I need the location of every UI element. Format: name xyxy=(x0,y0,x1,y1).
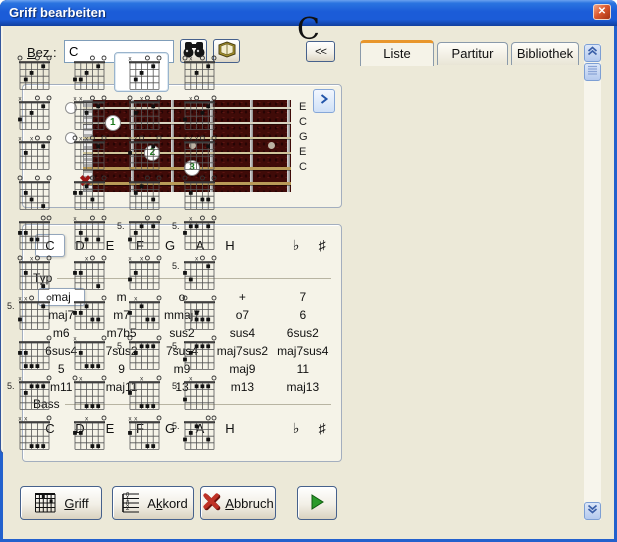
tab-liste[interactable]: Liste xyxy=(360,40,434,66)
chord-diagram-7[interactable]: x xyxy=(114,92,169,132)
string-label: C xyxy=(299,161,315,173)
chord-diagram-39[interactable]: xx xyxy=(114,412,169,452)
chord-diagram-3[interactable]: x xyxy=(114,52,169,92)
scroll-down-button[interactable] xyxy=(584,502,601,520)
chord-diagram-33[interactable]: 5.x xyxy=(4,372,59,412)
play-icon xyxy=(309,493,325,514)
abbruch-label: Abbruch xyxy=(225,496,273,511)
chord-diagram-20[interactable]: 5.x xyxy=(169,212,224,252)
chord-diagram-6[interactable]: xx xyxy=(59,92,114,132)
griff-button[interactable]: Griff xyxy=(20,486,102,520)
chord-diagram-35[interactable]: x xyxy=(114,372,169,412)
chord-diagram-5[interactable]: x xyxy=(4,92,59,132)
bass-sharp-button[interactable]: ♯ xyxy=(309,420,335,436)
chord-list-panel: C xxxxxxxxxxxxxxxxxx5.5.xxxxx5.x5.xxxx5.… xyxy=(0,0,224,454)
typ-option-11[interactable]: 11 xyxy=(273,360,333,378)
akkord-label: Akkord xyxy=(147,496,187,511)
typ-option-maj7sus4[interactable]: maj7sus4 xyxy=(273,342,333,360)
chevron-up-icon xyxy=(586,44,599,62)
inlay-dot xyxy=(268,142,275,149)
chord-diagram-12[interactable]: xxx xyxy=(169,132,224,172)
chord-diagram-28[interactable] xyxy=(169,292,224,332)
abbruch-button[interactable]: Abbruch xyxy=(200,486,276,520)
chord-diagram-15[interactable]: x xyxy=(114,172,169,212)
string-label: C xyxy=(299,116,315,128)
svg-text:5.: 5. xyxy=(172,221,180,231)
bass-flat-button[interactable]: ♭ xyxy=(283,420,309,437)
svg-text:5.: 5. xyxy=(117,341,125,351)
chord-diagram-4[interactable]: x xyxy=(169,52,224,92)
chord-diagram-8[interactable]: x xyxy=(169,92,224,132)
chord-diagram-10[interactable]: xx xyxy=(59,132,114,172)
chord-diagram-38[interactable]: x xyxy=(59,412,114,452)
chord-diagram-11[interactable]: xx xyxy=(114,132,169,172)
chord-diagram-29[interactable] xyxy=(4,332,59,372)
svg-text:5.: 5. xyxy=(172,261,180,271)
chord-diagram-26[interactable] xyxy=(59,292,114,332)
chord-diagram-30[interactable]: x xyxy=(59,332,114,372)
chord-diagram-27[interactable]: x xyxy=(114,292,169,332)
chord-diagram-40[interactable]: 5. xyxy=(169,412,224,452)
griff-label: Griff xyxy=(64,496,88,511)
chord-diagram-2[interactable] xyxy=(59,52,114,92)
chord-diagram-25[interactable]: 5.xx xyxy=(4,292,59,332)
chord-diagram-18[interactable]: x xyxy=(59,212,114,252)
akkord-button[interactable]: 0102 Akkord xyxy=(112,486,194,520)
dialog-window: Griff bearbeiten ✕ Bez.: << Liste Partit… xyxy=(0,0,617,542)
typ-option-7[interactable]: 7 xyxy=(273,288,333,306)
root-sharp-button[interactable]: ♯ xyxy=(309,237,335,253)
grip-lines-icon xyxy=(586,63,599,81)
chord-diagram-34[interactable]: x xyxy=(59,372,114,412)
root-flat-button[interactable]: ♭ xyxy=(283,237,309,254)
chord-grid-icon xyxy=(33,491,57,516)
chord-list-heading: C xyxy=(0,12,224,47)
svg-text:5.: 5. xyxy=(172,341,180,351)
svg-text:2: 2 xyxy=(126,506,130,512)
chord-diagram-32[interactable]: 5. xyxy=(169,332,224,372)
scroll-up-button[interactable] xyxy=(584,44,601,62)
chord-diagram-13[interactable] xyxy=(4,172,59,212)
chord-diagram-36[interactable]: 5.x xyxy=(169,372,224,412)
chord-diagram-19[interactable]: 5. xyxy=(114,212,169,252)
chord-list-scrollbar[interactable] xyxy=(584,44,601,520)
collapse-label: << xyxy=(315,46,326,58)
svg-text:5.: 5. xyxy=(172,421,180,431)
svg-text:5.: 5. xyxy=(7,301,15,311)
chord-diagram-1[interactable] xyxy=(4,52,59,92)
svg-text:5.: 5. xyxy=(172,381,180,391)
chevron-down-icon xyxy=(586,502,599,520)
chord-diagram-37[interactable]: xx xyxy=(4,412,59,452)
chord-diagram-23[interactable]: xx xyxy=(114,252,169,292)
tab-staff-icon: 0102 xyxy=(118,491,140,516)
fret-wire xyxy=(287,100,290,192)
fret-wire xyxy=(250,100,253,192)
scroll-thumb[interactable] xyxy=(584,63,601,81)
chevron-right-icon xyxy=(318,92,330,110)
play-button[interactable] xyxy=(297,486,337,520)
chord-diagram-9[interactable]: xx xyxy=(4,132,59,172)
chord-diagram-14[interactable] xyxy=(59,172,114,212)
chord-diagram-21[interactable]: x xyxy=(4,252,59,292)
typ-option-6sus2[interactable]: 6sus2 xyxy=(273,324,333,342)
chord-diagram-31[interactable]: 5. xyxy=(114,332,169,372)
typ-option-6[interactable]: 6 xyxy=(273,306,333,324)
chord-diagram-17[interactable] xyxy=(4,212,59,252)
red-x-icon xyxy=(202,492,221,514)
chord-diagram-16[interactable] xyxy=(169,172,224,212)
svg-text:5.: 5. xyxy=(117,221,125,231)
chord-diagram-24[interactable]: 5.x xyxy=(169,252,224,292)
typ-option-maj13[interactable]: maj13 xyxy=(273,378,333,396)
expand-button[interactable] xyxy=(313,89,335,113)
chord-diagram-22[interactable]: x xyxy=(59,252,114,292)
string-label: G xyxy=(299,131,315,143)
svg-text:5.: 5. xyxy=(7,381,15,391)
string-label: E xyxy=(299,146,315,158)
